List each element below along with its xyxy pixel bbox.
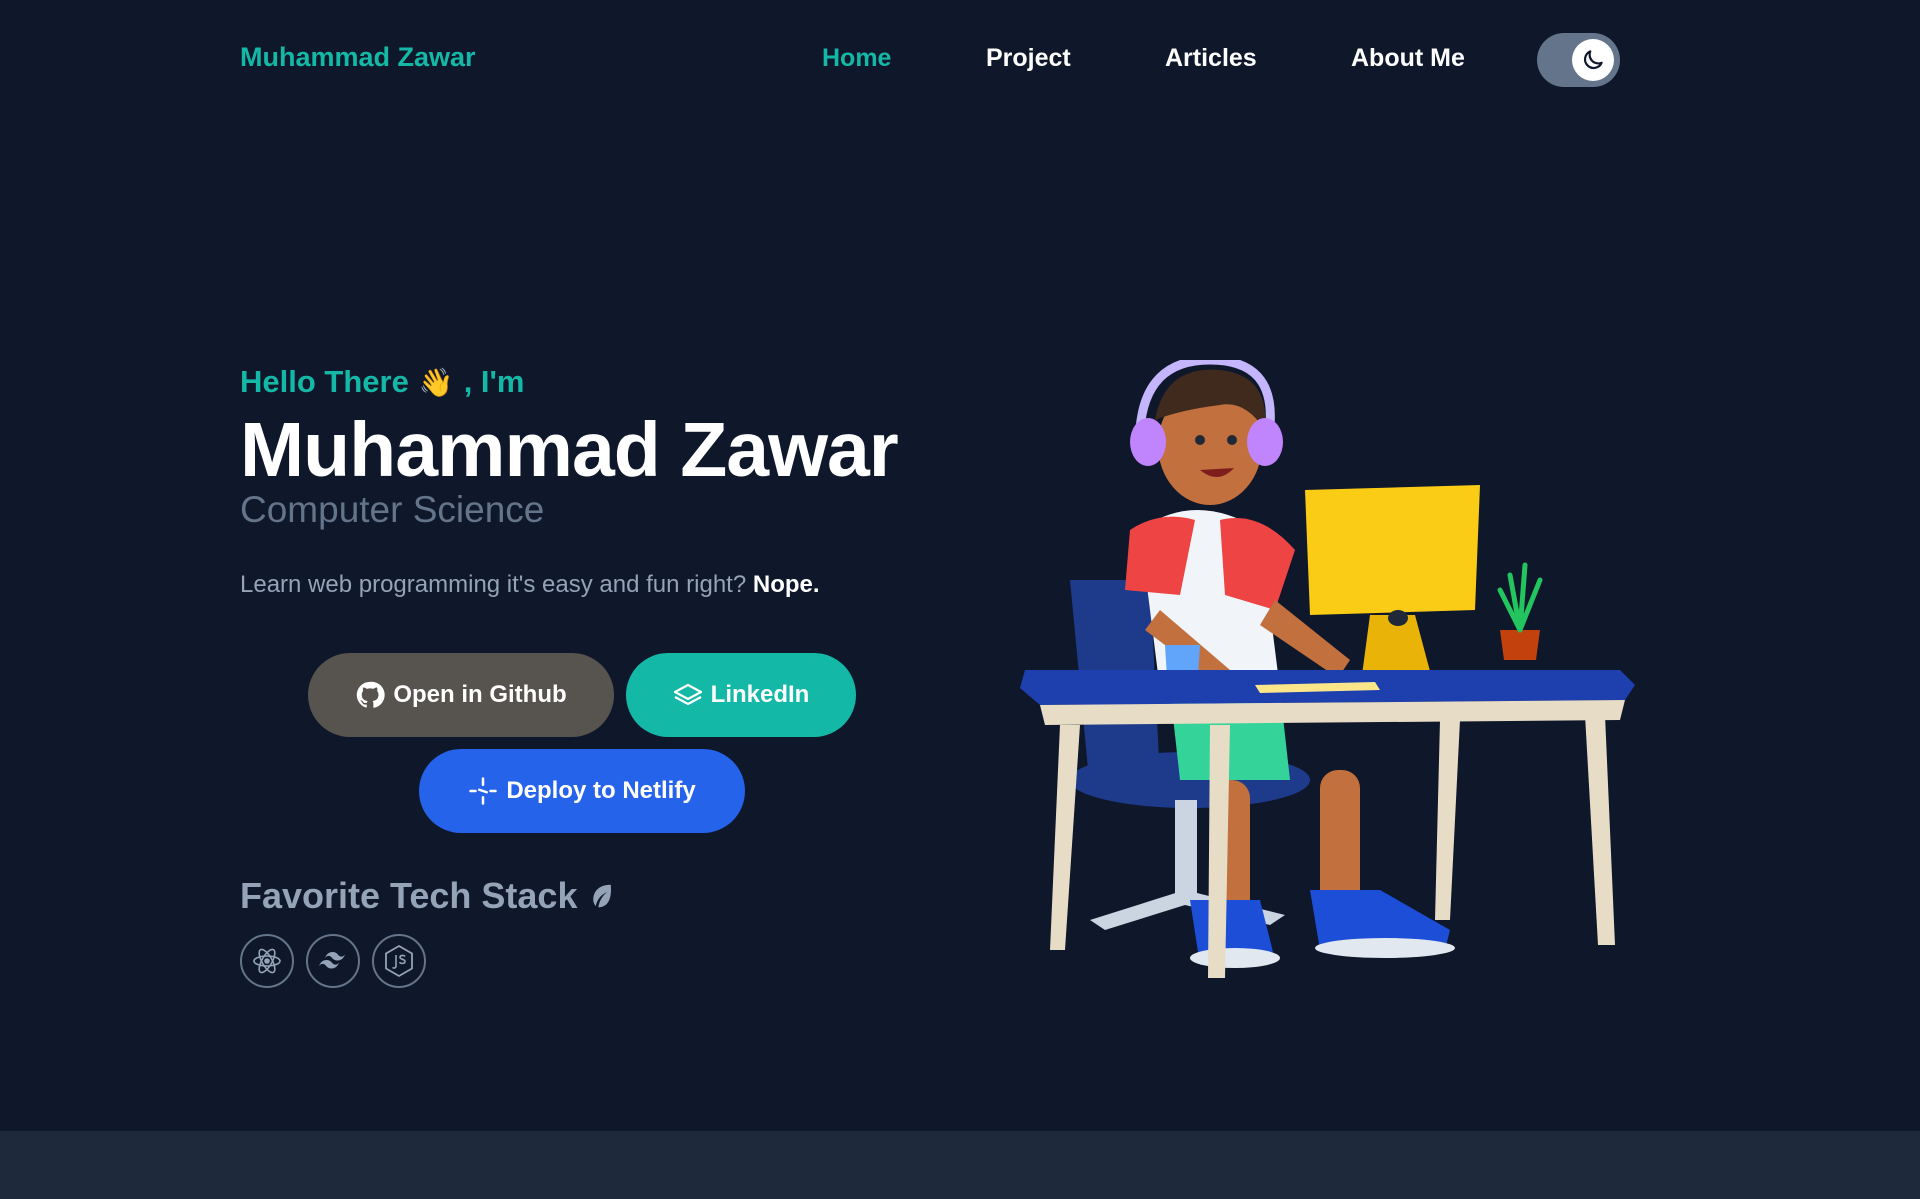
open-github-button[interactable]: Open in Github [308,653,614,737]
tailwind-icon[interactable] [306,934,360,988]
developer-illustration [1020,355,1640,990]
nodejs-icon[interactable] [372,934,426,988]
tagline-text: Learn web programming it's easy and fun … [240,570,747,598]
github-icon [357,681,385,708]
nav-item-about-me[interactable]: About Me [1351,44,1465,73]
netlify-icon [469,777,498,805]
next-section-band [0,1131,1920,1199]
top-navbar: Muhammad Zawar Home Project Articles Abo… [0,0,1920,120]
hero-section: Hello There 👋 , I'm Muhammad Zawar Compu… [240,360,1000,599]
nav-item-home[interactable]: Home [822,44,891,73]
greeting-suffix: , I'm [463,364,525,399]
greeting: Hello There 👋 , I'm [240,360,1000,404]
nav-item-articles[interactable]: Articles [1165,44,1257,73]
linkedin-button[interactable]: LinkedIn [626,653,856,737]
nav-links: Home Project Articles About Me [0,44,1920,78]
deploy-netlify-button[interactable]: Deploy to Netlify [419,749,745,833]
tech-stack-heading: Favorite Tech Stack [240,875,617,917]
theme-toggle[interactable] [1537,33,1620,87]
github-button-label: Open in Github [393,681,567,708]
waving-hand-icon: 👋 [418,366,454,398]
moon-icon [1583,50,1603,70]
toggle-knob [1572,39,1614,81]
linkedin-button-label: LinkedIn [710,681,810,708]
hero-name: Muhammad Zawar [240,407,899,493]
react-icon[interactable] [240,934,294,988]
linkedin-icon [673,683,702,706]
tech-stack-title: Favorite Tech Stack [240,875,578,916]
greeting-text: Hello There [240,364,409,399]
netlify-button-label: Deploy to Netlify [506,777,696,804]
tech-stack-icons [240,934,426,988]
hero-tagline: Learn web programming it's easy and fun … [240,571,1000,599]
hero-subtitle: Computer Science [240,488,545,530]
nav-item-project[interactable]: Project [986,44,1071,73]
tagline-emphasis: Nope. [752,570,820,598]
leaf-icon [593,884,612,908]
